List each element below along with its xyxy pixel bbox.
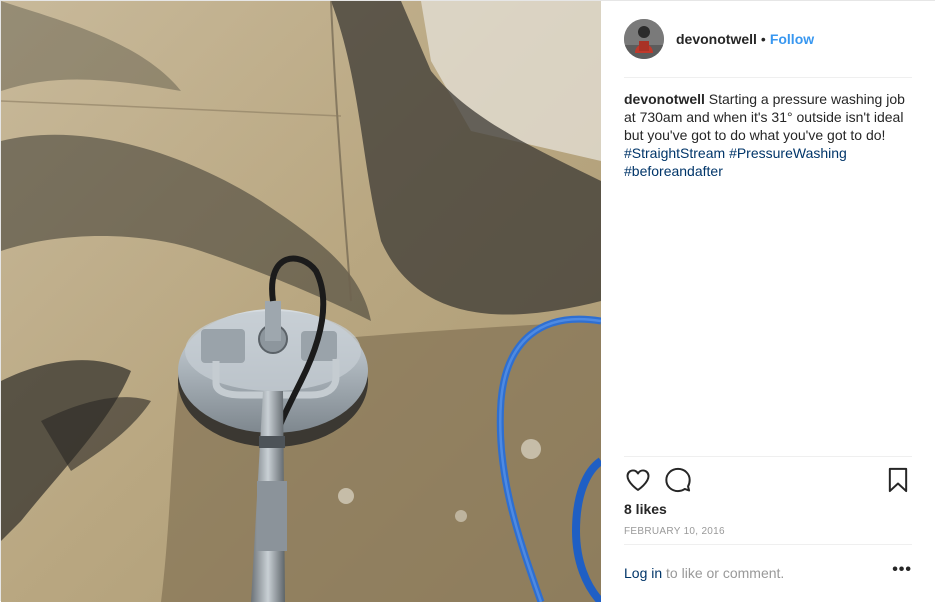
hashtag-link[interactable]: #PressureWashing xyxy=(729,145,847,161)
action-bar xyxy=(624,464,912,496)
avatar-image xyxy=(624,19,664,59)
divider xyxy=(624,456,912,457)
post-header: devonotwell • Follow xyxy=(624,19,912,59)
caption-username[interactable]: devonotwell xyxy=(624,91,705,107)
post-photo[interactable] xyxy=(1,1,601,602)
avatar[interactable] xyxy=(624,19,664,59)
bookmark-icon[interactable] xyxy=(884,466,912,494)
heart-icon[interactable] xyxy=(624,466,652,494)
comment-icon[interactable] xyxy=(664,466,692,494)
username-link[interactable]: devonotwell xyxy=(676,31,757,47)
post-caption: devonotwell Starting a pressure washing … xyxy=(624,90,912,180)
hashtag-link[interactable]: #beforeandafter xyxy=(624,163,723,179)
follow-button[interactable]: Follow xyxy=(770,31,814,47)
login-link[interactable]: Log in xyxy=(624,565,662,581)
login-prompt-text: to like or comment. xyxy=(662,565,785,581)
instagram-post: devonotwell • Follow devonotwell Startin… xyxy=(0,0,935,602)
more-options-button[interactable]: ••• xyxy=(892,561,912,579)
header-text: devonotwell • Follow xyxy=(676,31,814,47)
likes-count[interactable]: 8 likes xyxy=(624,501,667,517)
post-side-panel: devonotwell • Follow devonotwell Startin… xyxy=(601,1,935,602)
login-prompt: Log in to like or comment. ••• xyxy=(624,561,912,581)
post-date: FEBRUARY 10, 2016 xyxy=(624,526,725,537)
divider xyxy=(624,77,912,78)
pressure-washing-photo xyxy=(1,1,601,602)
separator-dot: • xyxy=(760,31,766,47)
divider xyxy=(624,544,912,545)
hashtag-link[interactable]: #StraightStream xyxy=(624,145,725,161)
